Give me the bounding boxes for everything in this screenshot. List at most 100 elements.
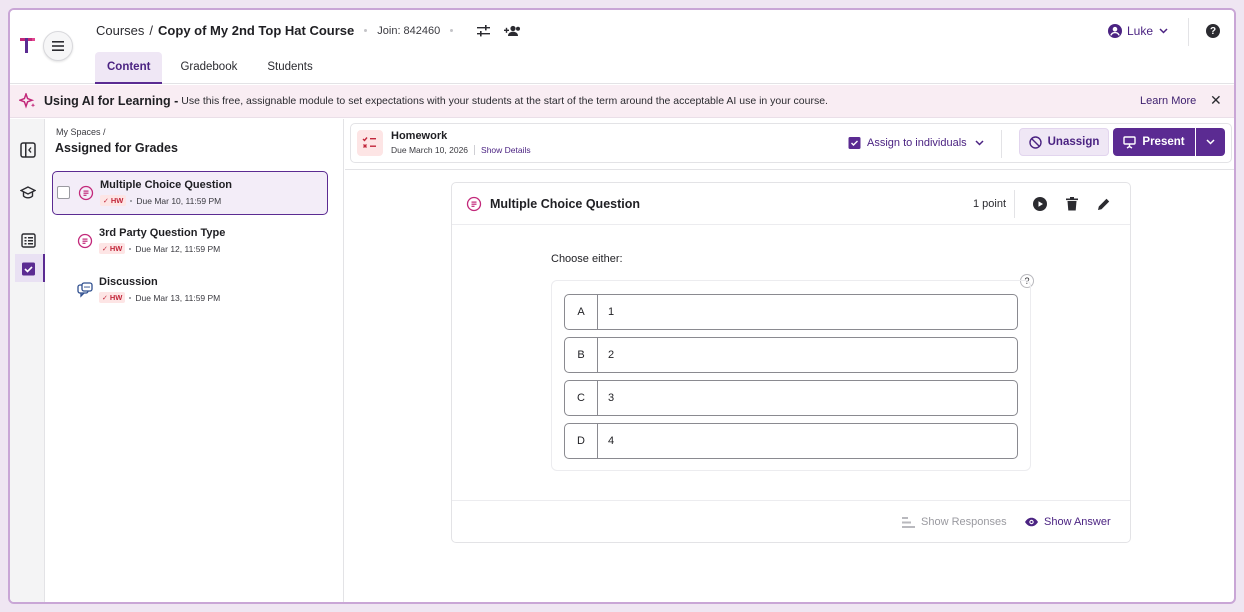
show-details-link[interactable]: Show Details bbox=[481, 145, 531, 155]
chevron-down-icon bbox=[1206, 139, 1215, 145]
main-menu-button[interactable] bbox=[43, 31, 73, 61]
top-header: Courses / Copy of My 2nd Top Hat Course … bbox=[10, 10, 1234, 84]
hamburger-icon bbox=[52, 41, 64, 51]
bar-list-icon bbox=[902, 516, 915, 528]
breadcrumb: Courses / Copy of My 2nd Top Hat Course … bbox=[96, 23, 521, 38]
list-item[interactable]: Discussion ✓ HW Due Mar 13, 11:59 PM bbox=[52, 269, 328, 313]
show-answer-button[interactable]: Show Answer bbox=[1024, 516, 1111, 528]
sliders-icon bbox=[477, 24, 491, 36]
assign-label: Assign to individuals bbox=[867, 136, 967, 149]
ai-learning-banner: Using AI for Learning - Use this free, a… bbox=[10, 85, 1234, 118]
play-button[interactable] bbox=[1033, 197, 1047, 211]
presentation-icon bbox=[1123, 135, 1137, 149]
separator-dot bbox=[364, 29, 368, 32]
add-students-button[interactable] bbox=[504, 25, 521, 37]
show-responses-button[interactable]: Show Responses bbox=[902, 516, 1007, 528]
collapse-sidebar-button[interactable] bbox=[20, 142, 36, 158]
hw-badge: ✓ HW bbox=[99, 243, 126, 254]
breadcrumb-separator: / bbox=[149, 23, 154, 38]
question-bubble-icon bbox=[466, 196, 482, 212]
option-letter: C bbox=[565, 381, 598, 415]
unassign-label: Unassign bbox=[1047, 136, 1100, 148]
question-bubble-icon bbox=[78, 185, 94, 201]
content-sidebar: My Spaces / Assigned for Grades Multiple… bbox=[45, 119, 344, 602]
due-date: Due March 10, 2026 bbox=[391, 145, 469, 155]
hw-badge: ✓ HW bbox=[100, 195, 127, 206]
answer-option[interactable]: C 3 bbox=[564, 380, 1018, 416]
rail-course-button[interactable] bbox=[20, 185, 36, 201]
learn-more-link[interactable]: Learn More bbox=[1140, 95, 1196, 107]
option-text: 1 bbox=[608, 306, 615, 318]
checklist-icon bbox=[362, 137, 376, 148]
present-options-button[interactable] bbox=[1196, 128, 1225, 156]
option-text: 4 bbox=[608, 435, 615, 447]
pencil-icon bbox=[1098, 198, 1110, 210]
sparkle-icon bbox=[19, 93, 36, 109]
item-due: Due Mar 13, 11:59 PM bbox=[135, 292, 221, 303]
tab-content[interactable]: Content bbox=[95, 52, 163, 84]
divider bbox=[474, 145, 476, 155]
homework-toolbar: Homework Due March 10, 2026 Show Details… bbox=[350, 123, 1232, 163]
rail-assigned-button[interactable] bbox=[20, 260, 36, 276]
question-bubble-icon bbox=[77, 233, 93, 249]
homework-icon bbox=[357, 130, 383, 156]
tophat-logo bbox=[20, 38, 35, 53]
answer-option[interactable]: A 1 bbox=[564, 294, 1018, 330]
show-answer-label: Show Answer bbox=[1044, 516, 1111, 528]
course-settings-button[interactable] bbox=[477, 24, 491, 37]
hw-badge-label: HW bbox=[109, 293, 123, 302]
question-card: Multiple Choice Question 1 point Choose … bbox=[451, 182, 1131, 543]
checklist-icon: ✓ bbox=[103, 197, 109, 205]
question-title: Multiple Choice Question bbox=[490, 197, 641, 211]
question-prompt: Choose either: bbox=[551, 253, 623, 265]
play-circle-icon bbox=[1033, 197, 1047, 211]
list-item[interactable]: Multiple Choice Question ✓ HW Due Mar 10,… bbox=[52, 171, 328, 215]
user-menu[interactable]: Luke bbox=[1108, 24, 1168, 38]
item-meta: ✓ HW Due Mar 13, 11:59 PM bbox=[99, 292, 220, 303]
hw-badge-label: HW bbox=[109, 244, 123, 253]
assign-individuals-dropdown[interactable]: Assign to individuals bbox=[848, 136, 984, 149]
close-banner-button[interactable]: ✕ bbox=[1210, 93, 1222, 107]
delete-button[interactable] bbox=[1065, 197, 1079, 211]
homework-due: Due March 10, 2026 Show Details bbox=[391, 145, 531, 155]
sidebar-toggle-icon bbox=[20, 142, 36, 158]
tab-gradebook[interactable]: Gradebook bbox=[168, 52, 249, 84]
assignment-check-icon bbox=[21, 262, 35, 275]
checklist-icon: ✓ bbox=[102, 294, 108, 302]
user-avatar-icon bbox=[1108, 24, 1122, 38]
rail-gradebook-button[interactable] bbox=[20, 232, 36, 248]
item-checkbox[interactable] bbox=[57, 186, 70, 199]
option-letter: D bbox=[565, 424, 598, 458]
toolbar-underline bbox=[345, 169, 1234, 170]
question-card-header: Multiple Choice Question 1 point bbox=[452, 183, 1130, 225]
answer-option[interactable]: B 2 bbox=[564, 337, 1018, 373]
trash-icon bbox=[1066, 197, 1078, 211]
item-due: Due Mar 10, 11:59 PM bbox=[136, 195, 222, 206]
option-text: 3 bbox=[608, 392, 615, 404]
list-icon bbox=[20, 232, 36, 248]
item-due: Due Mar 12, 11:59 PM bbox=[135, 243, 221, 254]
course-tabs: Content Gradebook Students bbox=[95, 52, 331, 84]
chevron-down-icon bbox=[975, 139, 984, 146]
present-button[interactable]: Present bbox=[1113, 128, 1195, 156]
eye-icon bbox=[1025, 517, 1038, 527]
breadcrumb-courses[interactable]: Courses bbox=[96, 23, 144, 38]
option-text: 2 bbox=[608, 349, 615, 361]
option-letter: B bbox=[565, 338, 598, 372]
sidebar-breadcrumb[interactable]: My Spaces / bbox=[56, 127, 106, 137]
chevron-down-icon bbox=[1159, 28, 1168, 34]
hw-badge-label: HW bbox=[110, 196, 124, 205]
discussion-icon bbox=[77, 282, 93, 298]
block-icon bbox=[1028, 135, 1042, 149]
unassign-button[interactable]: Unassign bbox=[1019, 128, 1109, 156]
header-divider bbox=[1014, 190, 1015, 218]
question-points: 1 point bbox=[973, 198, 1007, 210]
answer-option[interactable]: D 4 bbox=[564, 423, 1018, 459]
separator-dot bbox=[129, 247, 132, 250]
help-button[interactable]: ? bbox=[1206, 24, 1220, 38]
list-item[interactable]: 3rd Party Question Type ✓ HW Due Mar 12, … bbox=[52, 220, 328, 264]
item-meta: ✓ HW Due Mar 10, 11:59 PM bbox=[100, 195, 221, 206]
tab-students[interactable]: Students bbox=[255, 52, 324, 84]
sidebar-heading: Assigned for Grades bbox=[55, 141, 178, 155]
edit-button[interactable] bbox=[1097, 197, 1111, 211]
